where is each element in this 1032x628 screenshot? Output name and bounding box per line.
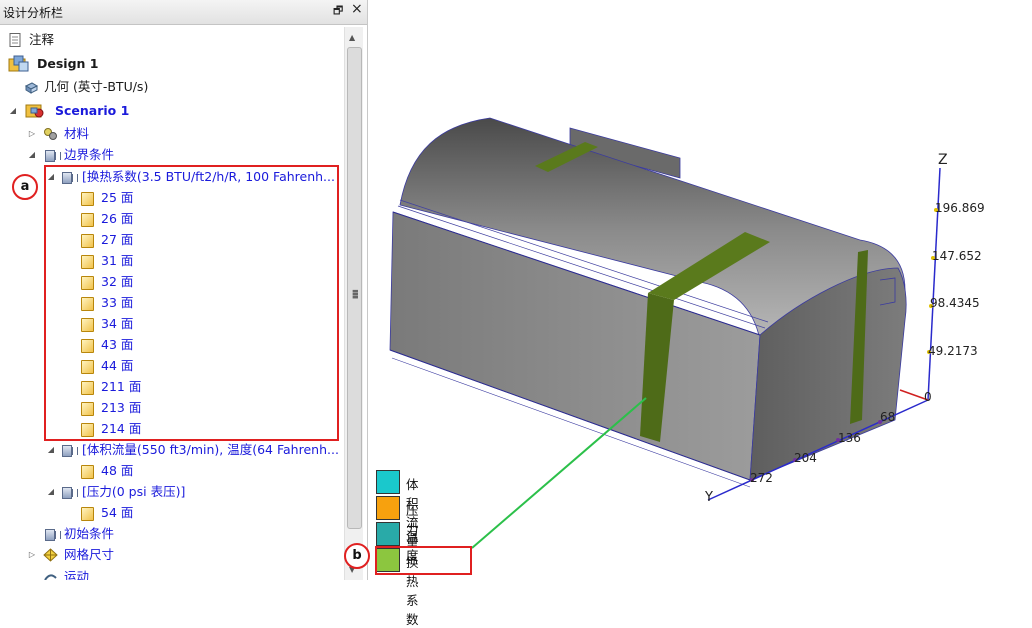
initial-conditions-icon — [45, 529, 61, 541]
legend-swatch — [376, 496, 400, 520]
tree-item-label: 网格尺寸 — [64, 547, 115, 562]
z-axis-label: Z — [938, 152, 948, 168]
design-icon — [8, 55, 29, 72]
scenario-icon — [25, 104, 44, 118]
tree-item-label: 初始条件 — [64, 526, 115, 541]
tree-item-label: [压力(0 psi 表压)] — [82, 484, 186, 499]
materials-icon — [44, 128, 57, 140]
panel-title: 设计分析栏 — [3, 6, 64, 20]
tree-item-label: 几何 (英寸-BTU/s) — [44, 79, 149, 94]
z-tick-label: 196.869 — [935, 201, 985, 215]
tree-item-label: 54 面 — [101, 505, 134, 520]
collapse-icon[interactable]: ◢ — [46, 482, 56, 502]
collapse-icon[interactable]: ◢ — [27, 145, 37, 165]
motion-icon — [44, 574, 57, 580]
grip-icon: ▬ ▬ ▬ — [352, 287, 359, 301]
boundary-condition-icon — [62, 445, 78, 457]
panel-header: 设计分析栏 🗗 × — [0, 0, 367, 25]
collapse-icon[interactable]: ◢ — [46, 440, 56, 460]
model-view — [389, 117, 941, 549]
notes-icon — [9, 33, 21, 47]
tree-item-label: Scenario 1 — [55, 103, 130, 118]
tree-item-label: 边界条件 — [64, 147, 115, 162]
scroll-up-icon[interactable]: ▲ — [349, 33, 355, 42]
boundary-condition-icon — [62, 487, 78, 499]
graphics-viewport[interactable]: Z Y 196.869 147.652 98.4345 49.2173 0 68… — [368, 0, 1032, 580]
z-tick-label: 147.652 — [932, 249, 982, 263]
float-panel-icon[interactable]: 🗗 — [333, 4, 343, 18]
z-tick-label: 0 — [924, 390, 932, 404]
z-tick-label: 98.4345 — [930, 296, 980, 310]
annotation-leader-line — [471, 397, 647, 549]
tree-item-label: 48 面 — [101, 463, 134, 478]
legend-swatch — [376, 522, 400, 546]
tree-item-label: 运动 — [64, 569, 90, 580]
mesh-icon — [43, 548, 58, 562]
annotation-label-a: a — [12, 174, 38, 200]
z-tick-label: 49.2173 — [928, 344, 978, 358]
scrollbar-thumb[interactable]: ▬ ▬ ▬ — [347, 47, 362, 529]
legend-swatch — [376, 470, 400, 494]
annotation-box-b — [375, 546, 472, 575]
y-tick-label: 68 — [880, 410, 896, 424]
face-icon — [81, 465, 94, 479]
collapse-icon[interactable]: ◢ — [8, 101, 18, 121]
y-tick-label: 136 — [838, 431, 861, 445]
tree-item-label: 注释 — [29, 32, 55, 47]
face-icon — [81, 507, 94, 521]
expand-icon[interactable]: ▷ — [27, 124, 37, 144]
close-panel-icon[interactable]: × — [351, 2, 363, 16]
expand-icon[interactable]: ▷ — [27, 545, 37, 565]
tree-item-label: [体积流量(550 ft3/min), 温度(64 Fahrenh... — [82, 442, 339, 457]
annotation-label-b: b — [344, 543, 370, 569]
y-tick-label: 272 — [750, 471, 773, 485]
tree-item-label: 材料 — [64, 126, 90, 141]
y-axis-label: Y — [705, 490, 713, 505]
y-tick-label: 204 — [794, 451, 817, 465]
tree-scrollbar[interactable]: ▲ ▬ ▬ ▬ ▼ — [344, 27, 363, 580]
tree-item-label: Design 1 — [37, 56, 99, 71]
annotation-box-a — [44, 165, 339, 441]
boundary-conditions-icon — [45, 150, 61, 162]
geometry-icon — [24, 82, 39, 94]
